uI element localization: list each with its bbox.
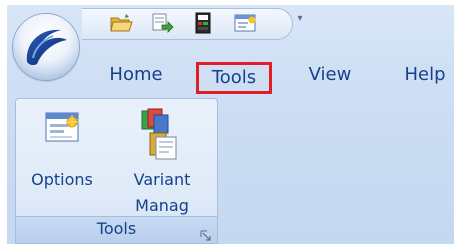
save-green-arrow-icon[interactable] <box>148 11 174 35</box>
variant-manager-icon <box>140 107 184 169</box>
device-icon[interactable] <box>190 11 216 35</box>
tools-group: Options Variant Manag Tools <box>15 98 218 244</box>
dialog-launcher-icon[interactable] <box>200 227 212 241</box>
tab-tools[interactable]: Tools <box>196 62 272 94</box>
tab-view[interactable]: View <box>302 62 358 88</box>
open-folder-icon[interactable] <box>108 11 134 35</box>
tab-help[interactable]: Help <box>396 62 454 88</box>
group-label: Tools <box>96 219 137 238</box>
variant-manager-button[interactable]: Variant Manag <box>120 105 204 215</box>
quick-access-toolbar <box>82 8 293 40</box>
application-logo-icon <box>26 29 67 66</box>
group-footer: Tools <box>16 216 217 243</box>
options-label: Options <box>31 170 93 189</box>
options-window-icon <box>44 109 80 151</box>
variant-manager-label-line2: Manag <box>135 196 189 215</box>
tab-home[interactable]: Home <box>104 62 168 88</box>
customize-toolbar-chevron-icon[interactable]: ▾ <box>294 12 306 26</box>
options-window-icon[interactable] <box>232 11 258 35</box>
options-button[interactable]: Options <box>26 105 98 215</box>
application-menu-button[interactable] <box>13 14 79 80</box>
variant-manager-label-line1: Variant <box>133 170 191 189</box>
